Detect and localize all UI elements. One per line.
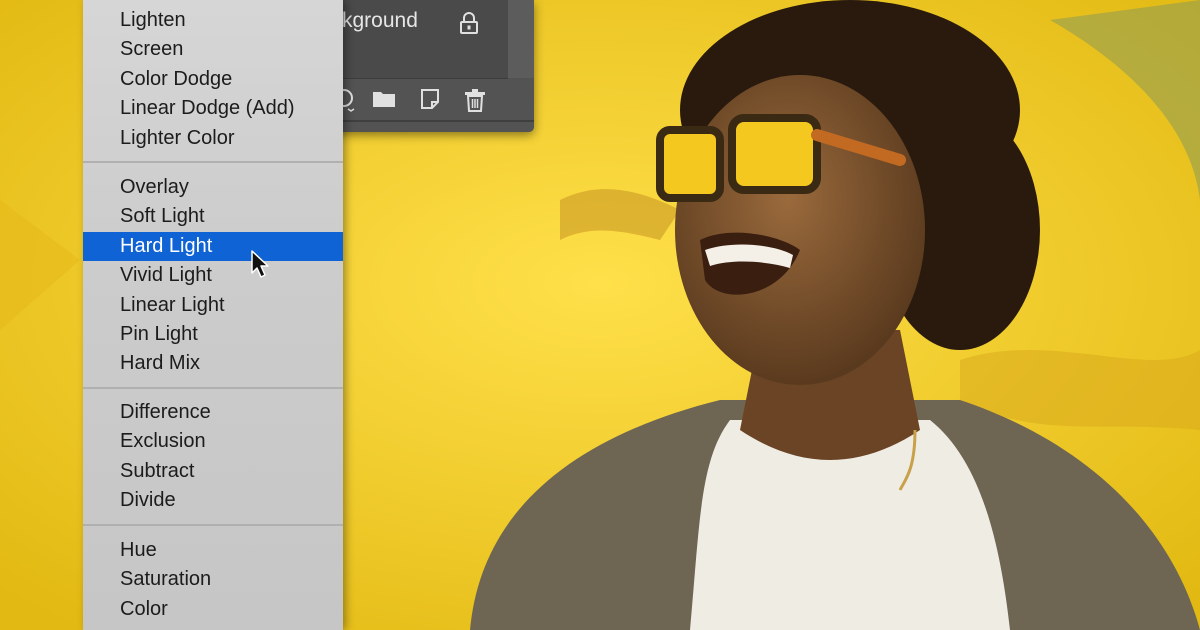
blend-mode-label: Difference	[120, 401, 211, 423]
group-folder-icon[interactable]	[372, 88, 396, 115]
layer-name: kground	[342, 9, 418, 32]
new-layer-icon[interactable]	[420, 88, 440, 115]
blend-mode-item-lighten[interactable]: Lighten	[83, 6, 343, 35]
blend-mode-label: Vivid Light	[120, 264, 212, 287]
blend-mode-label: Exclusion	[120, 430, 206, 453]
blend-mode-label: Lighter Color	[120, 126, 235, 149]
blend-mode-label: Color	[120, 597, 168, 620]
blend-mode-label: Pin Light	[120, 323, 198, 345]
menu-separator	[83, 523, 343, 526]
lock-icon[interactable]	[458, 11, 480, 40]
blend-mode-label: Linear Light	[120, 293, 225, 316]
blend-mode-item-exclusion[interactable]: Exclusion	[83, 427, 343, 456]
blend-mode-item-soft-light[interactable]: Soft Light	[83, 202, 343, 231]
blend-mode-label: Lighten	[120, 9, 186, 31]
blend-mode-label: Hard Mix	[120, 352, 201, 375]
blend-mode-label: Subtract	[120, 459, 195, 482]
blend-mode-label: Color Dodge	[120, 67, 233, 90]
blend-mode-item-hue[interactable]: Hue	[83, 536, 343, 565]
blend-mode-item-linear-dodge-add[interactable]: Linear Dodge (Add)	[83, 94, 343, 123]
menu-separator	[83, 161, 343, 163]
blend-mode-label: Hard Light	[120, 234, 213, 257]
blend-mode-item-linear-light[interactable]: Linear Light	[83, 291, 343, 320]
blend-mode-label: Overlay	[120, 176, 189, 198]
blend-mode-item-lighter-color[interactable]: Lighter Color	[83, 124, 343, 153]
blend-mode-item-screen[interactable]: Screen	[83, 35, 343, 64]
blend-mode-menu: Lighten Screen Color Dodge Linear Dodge (Ad…	[83, 0, 343, 630]
blend-mode-label: Divide	[120, 489, 176, 512]
blend-mode-label: Screen	[120, 38, 184, 61]
blend-mode-item-hard-mix[interactable]: Hard Mix	[83, 349, 343, 378]
blend-mode-item-color[interactable]: Color	[83, 595, 343, 624]
blend-mode-label: Saturation	[120, 568, 212, 591]
menu-separator	[83, 386, 343, 389]
blend-mode-item-hard-light[interactable]: Hard Light	[83, 231, 343, 261]
blend-mode-item-color-dodge[interactable]: Color Dodge	[83, 65, 343, 94]
mouse-cursor-icon	[251, 250, 269, 278]
layers-scrollbar[interactable]	[508, 0, 534, 78]
trash-icon[interactable]	[464, 88, 486, 117]
blend-mode-item-overlay[interactable]: Overlay	[83, 173, 343, 202]
blend-mode-item-vivid-light[interactable]: Vivid Light	[83, 261, 343, 290]
blend-mode-label: Soft Light	[120, 205, 205, 228]
blend-mode-item-pin-light[interactable]: Pin Light	[83, 320, 343, 349]
blend-mode-item-difference[interactable]: Difference	[83, 398, 343, 427]
blend-mode-item-divide[interactable]: Divide	[83, 486, 343, 515]
blend-mode-label: Hue	[120, 539, 157, 561]
blend-mode-item-subtract[interactable]: Subtract	[83, 457, 343, 486]
blend-mode-item-saturation[interactable]: Saturation	[83, 565, 343, 594]
blend-mode-label: Linear Dodge (Add)	[120, 97, 295, 120]
